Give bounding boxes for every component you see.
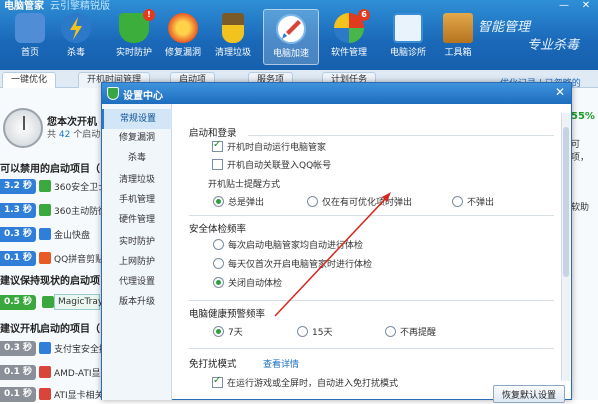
- toolbar-label: 实时防护: [115, 48, 152, 58]
- app-name: MagicTray: [54, 294, 103, 310]
- toolbar-pc-clinic[interactable]: 电脑诊所: [380, 9, 436, 65]
- startup-row[interactable]: 0.1 秒 QQ拼音剪贴: [0, 250, 110, 268]
- settings-dialog: 设置中心 ✕ 常规设置 修复漏洞 杀毒 清理垃圾 手机管理 硬件管理 实时防护 …: [101, 82, 572, 403]
- sidebar-item-repair[interactable]: 修复漏洞: [102, 128, 172, 148]
- scroll-thumb[interactable]: [563, 127, 569, 277]
- window-close-button[interactable]: ✕: [577, 0, 595, 11]
- restore-defaults-button[interactable]: 恢复默认设置: [493, 385, 565, 403]
- time-badge: 0.1 秒: [0, 251, 36, 266]
- tab-one-click-optimize[interactable]: 一键优化: [2, 72, 57, 88]
- software-icon: 6: [334, 9, 370, 43]
- boot-summary-headline: 您本次开机: [47, 117, 97, 128]
- app-icon: [39, 366, 51, 378]
- startup-row[interactable]: 1.3 秒 360主动防御: [0, 202, 110, 220]
- settings-content: 启动和登录 开机时自动运行电脑管家 开机自动关联登入QQ帐号 开机贴士提醒方式 …: [173, 104, 558, 400]
- clock-icon: [3, 108, 43, 148]
- app-name: 360安全卫士: [54, 183, 108, 193]
- time-badge: 0.3 秒: [0, 227, 36, 242]
- startup-row[interactable]: 0.1 秒 ATI显卡相关: [0, 386, 110, 404]
- toolbar-antivirus[interactable]: 杀毒: [48, 9, 104, 65]
- time-badge: 1.3 秒: [0, 203, 36, 218]
- sidebar-item-hardware[interactable]: 硬件管理: [102, 210, 172, 230]
- section-can-disable: 可以禁用的启动项目（: [0, 164, 100, 175]
- update-count-badge: 6: [358, 9, 370, 21]
- section-boot-recommended: 建议开机启动的项目（: [0, 324, 100, 335]
- sidebar-item-realtime[interactable]: 实时防护: [102, 232, 172, 252]
- rocket-icon: [276, 14, 306, 44]
- boot-summary-sub: 共 42 个启动: [47, 127, 100, 140]
- toolbar-realtime-protection[interactable]: ! 实时防护: [106, 9, 162, 65]
- sidebar-item-general[interactable]: 常规设置: [102, 109, 172, 129]
- toolbar-label: 清理垃圾: [214, 48, 251, 58]
- settings-sidebar: 常规设置 修复漏洞 杀毒 清理垃圾 手机管理 硬件管理 实时防护 上网防护 代理…: [102, 104, 172, 400]
- broom-icon: [222, 13, 244, 43]
- shield-check-icon: !: [119, 9, 155, 43]
- right-info-line: 项，: [571, 153, 590, 163]
- sidebar-item-web-protect[interactable]: 上网防护: [102, 252, 172, 272]
- app-icon: [39, 252, 51, 264]
- dialog-title-bar[interactable]: 设置中心 ✕: [102, 83, 571, 104]
- toolbar-label: 修复漏洞: [164, 48, 201, 58]
- app-name: 金山快盘: [54, 231, 91, 241]
- right-info-line: 可: [571, 140, 581, 150]
- app-icon: [39, 228, 51, 240]
- app-icon: [39, 204, 51, 216]
- toolbar-label: 杀毒: [66, 48, 85, 58]
- toolbar-label: 软件管理: [330, 48, 367, 58]
- lightning-icon: [61, 13, 91, 43]
- alert-badge: !: [143, 9, 155, 21]
- toolbar-label: 电脑加速: [272, 49, 309, 59]
- startup-row[interactable]: 3.2 秒 360安全卫士: [0, 178, 110, 196]
- time-badge: 0.1 秒: [0, 365, 36, 380]
- startup-row[interactable]: 0.5 秒 MagicTray: [0, 294, 110, 312]
- close-icon[interactable]: ✕: [555, 85, 565, 99]
- time-badge: 0.3 秒: [0, 341, 36, 356]
- app-icon: [39, 342, 51, 354]
- app-icon: [39, 388, 51, 400]
- stethoscope-icon: [393, 13, 423, 43]
- toolbar-label: 电脑诊所: [389, 48, 426, 58]
- slogan-line-2: 专业杀毒: [527, 38, 580, 53]
- app-name: ATI显卡相关: [54, 391, 104, 401]
- section-keep-current: 建议保持现状的启动项: [0, 276, 100, 287]
- toolbar-repair-vulnerability[interactable]: 修复漏洞: [155, 9, 211, 65]
- toolbar-speedup[interactable]: 电脑加速: [263, 9, 319, 65]
- toolbar-clean-junk[interactable]: 清理垃圾: [205, 9, 261, 65]
- dialog-title: 设置中心: [123, 91, 163, 102]
- time-badge: 0.5 秒: [0, 295, 36, 310]
- startup-row[interactable]: 0.3 秒 金山快盘: [0, 226, 110, 244]
- app-icon: [42, 296, 54, 308]
- startup-row[interactable]: 0.3 秒 支付宝安全控: [0, 340, 110, 358]
- main-toolbar: 电脑管家 云引擎精锐版 — ✕ 智能管理 专业杀毒 首页 杀毒 ! 实时防护 修复…: [0, 0, 598, 70]
- sidebar-item-upgrade[interactable]: 版本升级: [102, 292, 172, 312]
- minimize-button[interactable]: —: [555, 0, 573, 11]
- sub-prefix: 共: [47, 130, 57, 140]
- sidebar-item-clean[interactable]: 清理垃圾: [102, 170, 172, 190]
- optimize-percent: 55%: [571, 111, 595, 122]
- monitor-icon: [15, 13, 45, 43]
- app-name: QQ拼音剪贴: [54, 255, 105, 265]
- startup-count: 42: [58, 130, 71, 140]
- settings-scrollbar[interactable]: [561, 113, 570, 381]
- sidebar-item-proxy[interactable]: 代理设置: [102, 272, 172, 292]
- sub-suffix: 个启动: [73, 130, 101, 140]
- app-name: 360主动防御: [54, 207, 108, 217]
- toolbox-icon: [443, 13, 473, 43]
- toolbar-software-management[interactable]: 6 软件管理: [321, 9, 377, 65]
- sidebar-item-phone[interactable]: 手机管理: [102, 190, 172, 210]
- repair-icon: [168, 13, 198, 43]
- time-badge: 3.2 秒: [0, 179, 36, 194]
- sidebar-item-antivirus[interactable]: 杀毒: [102, 148, 172, 168]
- shield-icon: [107, 87, 119, 100]
- startup-row[interactable]: 0.1 秒 AMD-ATI显卡: [0, 364, 110, 382]
- toolbar-toolbox[interactable]: 工具箱: [430, 9, 486, 65]
- toolbar-label: 工具箱: [444, 48, 472, 58]
- right-info-line: 软助: [571, 203, 590, 213]
- app-icon: [39, 180, 51, 192]
- app-name: 支付宝安全控: [54, 345, 109, 355]
- annotation-arrow: [274, 192, 391, 317]
